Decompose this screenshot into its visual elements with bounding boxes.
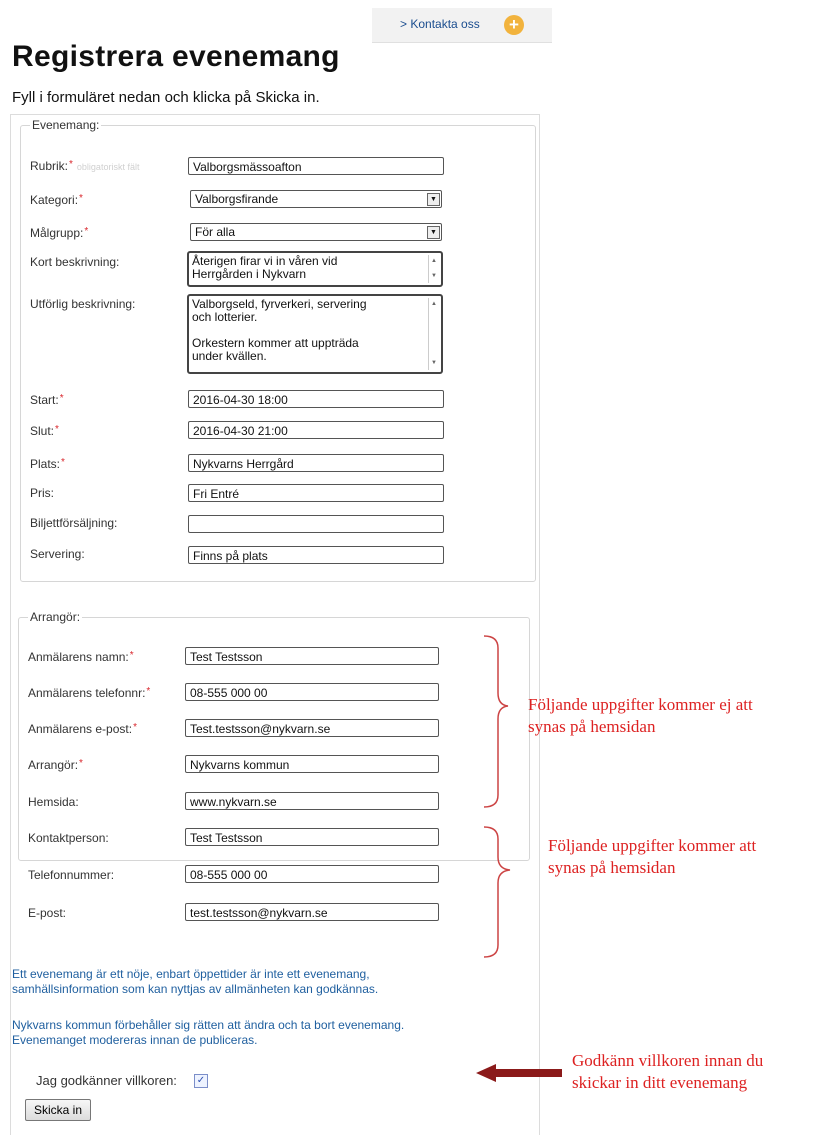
submit-button[interactable]: Skicka in: [25, 1099, 92, 1121]
page-intro: Fyll i formuläret nedan och klicka på Sk…: [12, 89, 320, 106]
epost-label: Anmälarens e-post:*: [28, 722, 137, 736]
utforlig-textarea[interactable]: Valborgseld, fyrverkeri, servering och l…: [187, 294, 443, 374]
plats-label: Plats:*: [30, 457, 65, 471]
pris-label: Pris:: [30, 486, 54, 500]
terms-label: Jag godkänner villkoren:: [36, 1073, 177, 1088]
servering-input[interactable]: Finns på plats: [188, 546, 444, 564]
required-marker: *: [79, 193, 83, 204]
event-legend: Evenemang:: [30, 118, 102, 132]
arrangor-input[interactable]: Nykvarns kommun: [185, 755, 439, 773]
rubrik-input[interactable]: Valborgsmässoafton: [188, 157, 444, 175]
hemsida-label: Hemsida:: [28, 795, 79, 809]
required-marker: *: [55, 424, 59, 435]
chevron-down-icon[interactable]: ▼: [427, 193, 440, 206]
textarea-scrollbar[interactable]: ▲ ▼: [428, 298, 439, 370]
utforlig-label: Utförlig beskrivning:: [30, 297, 136, 311]
kontakt-label: Kontaktperson:: [28, 831, 109, 845]
required-marker: *: [79, 758, 83, 769]
namn-label: Anmälarens namn:*: [28, 650, 134, 664]
pris-input[interactable]: Fri Entré: [188, 484, 444, 502]
required-marker: *: [133, 722, 137, 733]
plus-icon[interactable]: +: [504, 15, 524, 35]
namn-input[interactable]: Test Testsson: [185, 647, 439, 665]
required-marker: *: [129, 650, 134, 661]
annotation-hidden-fields: Följande uppgifter kommer ej att synas p…: [528, 695, 753, 736]
kort-textarea[interactable]: Återigen firar vi in våren vid Herrgårde…: [187, 251, 443, 287]
malgrupp-selected: För alla: [195, 225, 236, 239]
malgrupp-label: Målgrupp:*: [30, 226, 89, 240]
contact-link[interactable]: > Kontakta oss: [400, 17, 480, 31]
hemsida-input[interactable]: www.nykvarn.se: [185, 792, 439, 810]
info-note-2: Nykvarns kommun förbehåller sig rätten a…: [12, 1018, 405, 1047]
kontakt-input[interactable]: Test Testsson: [185, 828, 439, 846]
slut-label: Slut:*: [30, 424, 59, 438]
servering-label: Servering:: [30, 547, 85, 561]
telefon-input[interactable]: 08-555 000 00: [185, 683, 439, 701]
rubrik-label: Rubrik:* obligatoriskt fält: [30, 159, 140, 173]
plats-input[interactable]: Nykvarns Herrgård: [188, 454, 444, 472]
start-label: Start:*: [30, 393, 64, 407]
kategori-select[interactable]: Valborgsfirande ▼: [190, 190, 442, 208]
terms-checkbox[interactable]: ✓: [194, 1074, 208, 1088]
annotation-visible-fields: Följande uppgifter kommer att synas på h…: [548, 836, 757, 877]
page-title: Registrera evenemang: [12, 40, 340, 73]
start-input[interactable]: 2016-04-30 18:00: [188, 390, 444, 408]
mail-label: E-post:: [28, 906, 67, 920]
textarea-scrollbar[interactable]: ▲ ▼: [428, 255, 439, 283]
malgrupp-select[interactable]: För alla ▼: [190, 223, 442, 241]
organizer-legend: Arrangör:: [28, 610, 83, 624]
required-marker: *: [59, 393, 64, 404]
kort-text: Återigen firar vi in våren vid Herrgårde…: [192, 254, 338, 281]
biljett-label: Biljettförsäljning:: [30, 516, 118, 530]
required-marker: *: [61, 457, 65, 468]
tel-input[interactable]: 08-555 000 00: [185, 865, 439, 883]
kategori-label: Kategori:*: [30, 193, 83, 207]
required-marker: *: [146, 686, 151, 697]
epost-input[interactable]: Test.testsson@nykvarn.se: [185, 719, 439, 737]
mail-input[interactable]: test.testsson@nykvarn.se: [185, 903, 439, 921]
arrangor-label: Arrangör:*: [28, 758, 83, 772]
utforlig-text: Valborgseld, fyrverkeri, servering och l…: [192, 297, 367, 363]
annotation-approve-terms: Godkänn villkoren innan du skickar in di…: [572, 1051, 764, 1092]
top-bar: > Kontakta oss +: [372, 8, 552, 43]
biljett-input[interactable]: [188, 515, 444, 533]
tel-label: Telefonnummer:: [28, 868, 115, 882]
slut-input[interactable]: 2016-04-30 21:00: [188, 421, 444, 439]
required-marker: *: [84, 226, 89, 237]
telefon-label: Anmälarens telefonnr:*: [28, 686, 151, 700]
chevron-down-icon[interactable]: ▼: [427, 226, 440, 239]
required-marker: *: [69, 159, 73, 170]
info-note-1: Ett evenemang är ett nöje, enbart öppett…: [12, 967, 379, 996]
rubrik-ghost-hint: obligatoriskt fält: [76, 162, 140, 172]
kategori-selected: Valborgsfirande: [195, 192, 279, 206]
kort-label: Kort beskrivning:: [30, 255, 120, 269]
